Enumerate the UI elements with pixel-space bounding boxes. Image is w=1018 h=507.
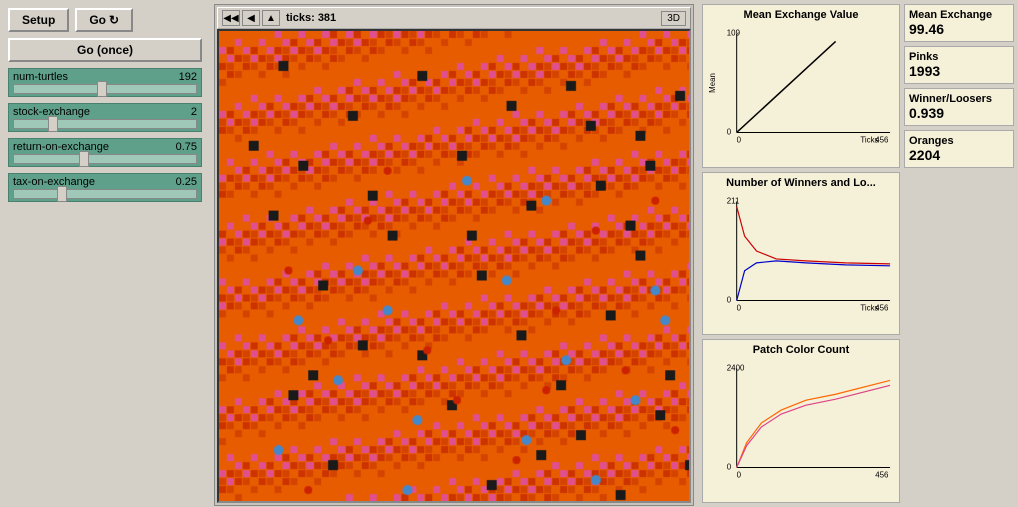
winners-losers-svg: 211 0 0 Ticks 456 <box>707 191 895 311</box>
wl-y-max: 211 <box>727 196 740 205</box>
wl-x-min: 0 <box>737 303 742 311</box>
pc-x-max: 456 <box>875 471 889 479</box>
sim-header: ◀◀ ◀ ▲ ticks: 381 3D <box>217 7 691 29</box>
mean-exchange-stat-value: 99.46 <box>909 21 1009 37</box>
refresh-icon: ↻ <box>109 13 119 27</box>
mean-x-val: 456 <box>875 135 889 143</box>
mean-x-min: 0 <box>737 135 742 143</box>
mean-y-max: 109 <box>727 29 741 38</box>
world-canvas <box>219 31 689 501</box>
mean-exchange-stat-label: Mean Exchange <box>909 9 1009 21</box>
stock-exchange-slider-container: stock-exchange 2 <box>8 103 202 132</box>
num-turtles-slider-container: num-turtles 192 <box>8 68 202 97</box>
rewind-button[interactable]: ◀◀ <box>222 10 240 26</box>
charts-column: Mean Exchange Value Mean 109 0 0 Ticks 4… <box>702 4 900 503</box>
mean-exchange-title: Mean Exchange Value <box>707 9 895 21</box>
three-d-button[interactable]: 3D <box>661 11 686 26</box>
orange-line <box>737 381 890 468</box>
go-button[interactable]: Go ↻ <box>75 8 133 32</box>
right-panel: Mean Exchange Value Mean 109 0 0 Ticks 4… <box>698 0 1018 507</box>
go-once-row: Go (once) <box>8 38 202 62</box>
winners-losers-stat-label: Winner/Loosers <box>909 93 1009 105</box>
winners-line <box>737 206 890 263</box>
oranges-stat: Oranges 2204 <box>904 130 1014 168</box>
mean-exchange-svg: Mean 109 0 0 Ticks 456 <box>707 23 895 143</box>
patch-color-chart: Patch Color Count 2400 0 0 456 <box>702 339 900 503</box>
num-turtles-input[interactable] <box>13 84 197 94</box>
mean-line <box>737 41 836 132</box>
pinks-stat-value: 1993 <box>909 63 1009 79</box>
tax-on-exchange-input[interactable] <box>13 189 197 199</box>
pinks-stat-label: Pinks <box>909 51 1009 63</box>
oranges-stat-value: 2204 <box>909 147 1009 163</box>
winners-losers-chart: Number of Winners and Lo... 211 0 0 Tick… <box>702 172 900 336</box>
nav-icons: ◀◀ ◀ ▲ <box>222 10 280 26</box>
losers-line <box>737 261 890 301</box>
go-once-button[interactable]: Go (once) <box>8 38 202 62</box>
return-on-exchange-input[interactable] <box>13 154 197 164</box>
prev-button[interactable]: ◀ <box>242 10 260 26</box>
left-panel: Setup Go ↻ Go (once) num-turtles 192 sto… <box>0 0 210 507</box>
setup-button[interactable]: Setup <box>8 8 69 32</box>
oranges-stat-label: Oranges <box>909 135 1009 147</box>
mean-y-label: Mean <box>708 73 717 93</box>
pink-line <box>737 386 890 468</box>
return-on-exchange-slider-container: return-on-exchange 0.75 <box>8 138 202 167</box>
patch-color-svg: 2400 0 0 456 <box>707 358 895 478</box>
stock-exchange-input[interactable] <box>13 119 197 129</box>
winners-losers-title: Number of Winners and Lo... <box>707 177 895 189</box>
simulation-canvas <box>217 29 691 503</box>
tax-on-exchange-slider-container: tax-on-exchange 0.25 <box>8 173 202 202</box>
mean-exchange-chart: Mean Exchange Value Mean 109 0 0 Ticks 4… <box>702 4 900 168</box>
mean-exchange-stat: Mean Exchange 99.46 <box>904 4 1014 42</box>
mean-y-min: 0 <box>727 127 732 136</box>
pc-x-min: 0 <box>737 471 742 479</box>
go-label: Go <box>89 13 106 27</box>
winners-losers-stat: Winner/Loosers 0.939 <box>904 88 1014 126</box>
center-panel: ◀◀ ◀ ▲ ticks: 381 3D <box>210 0 698 507</box>
pinks-stat: Pinks 1993 <box>904 46 1014 84</box>
next-button[interactable]: ▲ <box>262 10 280 26</box>
pc-y-min: 0 <box>727 463 732 472</box>
wl-y-min: 0 <box>727 295 732 304</box>
pc-y-max: 2400 <box>727 364 745 373</box>
stats-column: Mean Exchange 99.46 Pinks 1993 Winner/Lo… <box>904 4 1014 503</box>
winners-losers-stat-value: 0.939 <box>909 105 1009 121</box>
top-buttons: Setup Go ↻ <box>8 8 202 32</box>
wl-x-max: 456 <box>875 303 889 311</box>
patch-color-title: Patch Color Count <box>707 344 895 356</box>
ticks-label: ticks: 381 <box>286 12 655 24</box>
